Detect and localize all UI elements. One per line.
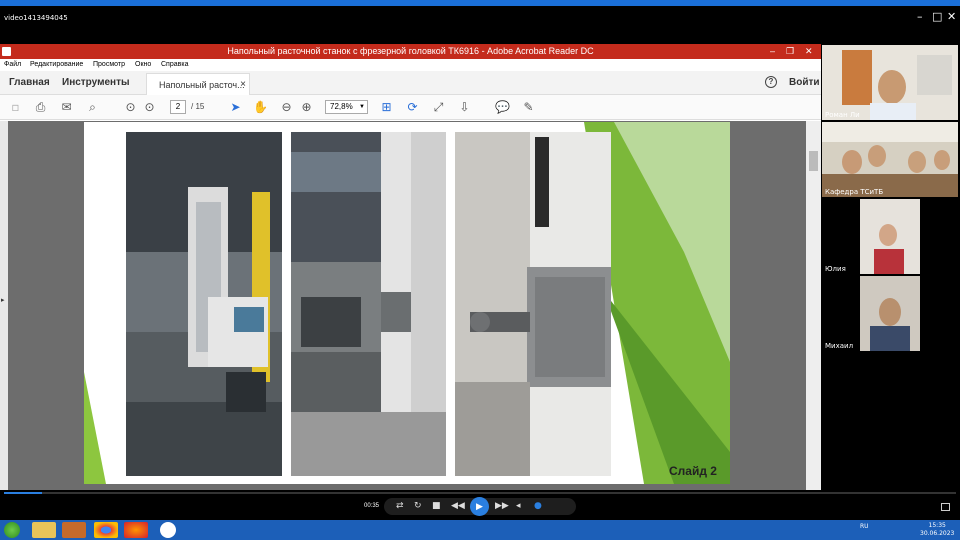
email-icon[interactable]: ✉ bbox=[59, 100, 74, 115]
seek-bar[interactable] bbox=[4, 492, 956, 494]
chrome-icon[interactable] bbox=[94, 522, 118, 538]
minimize-icon[interactable]: – bbox=[917, 10, 923, 23]
vertical-scrollbar[interactable] bbox=[806, 121, 821, 490]
rewind-icon[interactable]: ◀◀ bbox=[451, 501, 465, 511]
tab-document[interactable]: Напольный расточ... × bbox=[146, 73, 250, 95]
print-icon[interactable]: ⎙ bbox=[33, 100, 48, 115]
slide-photo-1 bbox=[126, 132, 282, 476]
repeat-icon[interactable]: ↻ bbox=[414, 501, 422, 511]
acrobat-logo-icon bbox=[2, 47, 11, 56]
hand-tool-icon[interactable]: ✋ bbox=[253, 100, 268, 115]
help-icon[interactable]: ? bbox=[765, 76, 777, 88]
tab-tools[interactable]: Инструменты bbox=[62, 77, 130, 88]
login-button[interactable]: Войти bbox=[789, 77, 820, 88]
shuffle-icon[interactable]: ⇄ bbox=[396, 501, 404, 511]
fullscreen-icon[interactable]: ⤢ bbox=[431, 100, 446, 115]
close-icon[interactable]: ✕ bbox=[947, 10, 956, 23]
stop-icon[interactable]: ■ bbox=[432, 501, 441, 511]
current-time: 00:35 bbox=[364, 503, 380, 509]
player-title-bar: video1413494045 – □ ✕ bbox=[0, 0, 960, 36]
slide-photo-2 bbox=[291, 132, 446, 476]
page-total: / 15 bbox=[191, 102, 205, 111]
volume-slider[interactable]: ● bbox=[534, 501, 542, 511]
participant-tile[interactable]: Михаил bbox=[822, 276, 958, 351]
comment-icon[interactable]: 💬 bbox=[495, 100, 510, 115]
expand-panel-icon: ▸ bbox=[1, 297, 5, 304]
clock-date: 30.06.2023 bbox=[920, 530, 955, 537]
control-bar: ⇄ ↻ ■ ◀◀ ▶ ▶▶ ◂ ● bbox=[384, 497, 576, 516]
chevron-down-icon: ▼ bbox=[359, 104, 365, 110]
participant-video bbox=[822, 122, 958, 197]
participant-video bbox=[822, 45, 958, 120]
acrobat-window-title: Напольный расточной станок с фрезерной г… bbox=[227, 46, 594, 56]
participant-name: Юлия bbox=[825, 265, 846, 273]
acrobat-close-icon[interactable]: ✕ bbox=[805, 44, 813, 59]
taskbar: RU 15:35 30.06.2023 bbox=[0, 520, 960, 540]
slide-number-label: Слайд 2 bbox=[669, 464, 717, 478]
sign-icon[interactable]: ✎ bbox=[521, 100, 536, 115]
participant-tile[interactable]: Кафедра ТСиТБ bbox=[822, 122, 958, 197]
acrobat-restore-icon[interactable]: ❐ bbox=[786, 44, 794, 59]
yandex-browser-icon[interactable] bbox=[160, 522, 176, 538]
participant-video bbox=[822, 199, 958, 274]
participant-name: Роман Ли bbox=[825, 111, 860, 119]
rotate-icon[interactable]: ⟳ bbox=[405, 100, 420, 115]
menu-bar: Файл Редактирование Просмотр Окно Справк… bbox=[0, 59, 821, 71]
fast-forward-icon[interactable]: ▶▶ bbox=[495, 501, 509, 511]
toolbar: ▫ ⎙ ✉ ⌕ ⊙ ⊙ 2 / 15 ➤ ✋ ⊖ ⊕ 72,8% ▼ ⊞ ⟳ ⤢… bbox=[0, 95, 821, 120]
pdf-page: Слайд 2 bbox=[84, 122, 730, 484]
participant-video bbox=[822, 276, 958, 351]
fit-page-icon[interactable]: ⊞ bbox=[379, 100, 394, 115]
page-number-input[interactable]: 2 bbox=[170, 100, 186, 114]
menu-view[interactable]: Просмотр bbox=[93, 61, 125, 68]
participant-name: Кафедра ТСиТБ bbox=[825, 188, 884, 196]
menu-edit[interactable]: Редактирование bbox=[30, 61, 83, 68]
next-page-icon[interactable]: ⊙ bbox=[142, 100, 157, 115]
select-tool-icon[interactable]: ➤ bbox=[228, 100, 243, 115]
acrobat-minimize-icon[interactable]: – bbox=[770, 44, 775, 59]
search-icon[interactable]: ⌕ bbox=[85, 100, 100, 115]
menu-file[interactable]: Файл bbox=[4, 61, 21, 68]
fullscreen-toggle-icon[interactable] bbox=[941, 503, 950, 511]
slide-photo-3 bbox=[455, 132, 611, 476]
zoom-in-icon[interactable]: ⊕ bbox=[299, 100, 314, 115]
participant-tile[interactable]: Роман Ли bbox=[822, 45, 958, 120]
acrobat-window: Напольный расточной станок с фрезерной г… bbox=[0, 44, 821, 490]
start-button[interactable] bbox=[4, 522, 20, 538]
left-panel-toggle[interactable]: ▸ bbox=[0, 121, 8, 490]
play-button[interactable]: ▶ bbox=[470, 497, 489, 516]
save-icon[interactable]: ▫ bbox=[8, 100, 23, 115]
tab-bar: Главная Инструменты Напольный расточ... … bbox=[0, 71, 821, 95]
participant-tile[interactable]: Юлия bbox=[822, 199, 958, 274]
tab-document-label: Напольный расточ... bbox=[159, 80, 245, 90]
prev-page-icon[interactable]: ⊙ bbox=[123, 100, 138, 115]
clock[interactable]: 15:35 30.06.2023 bbox=[920, 522, 954, 538]
tab-home[interactable]: Главная bbox=[9, 77, 50, 88]
explorer-icon[interactable] bbox=[32, 522, 56, 538]
tab-close-icon[interactable]: × bbox=[240, 79, 246, 90]
menu-window[interactable]: Окно bbox=[135, 61, 151, 68]
zoom-select[interactable]: 72,8% ▼ bbox=[325, 100, 368, 114]
language-indicator[interactable]: RU bbox=[860, 523, 869, 530]
acrobat-title-bar: Напольный расточной станок с фрезерной г… bbox=[0, 44, 821, 59]
firefox-icon[interactable] bbox=[124, 522, 148, 538]
menu-help[interactable]: Справка bbox=[161, 61, 188, 68]
seek-progress bbox=[4, 492, 43, 494]
volume-icon[interactable]: ◂ bbox=[516, 501, 521, 511]
zoom-value: 72,8% bbox=[330, 102, 353, 111]
player-window-title: video1413494045 bbox=[4, 14, 68, 22]
clock-time: 15:35 bbox=[928, 522, 946, 529]
participant-name: Михаил bbox=[825, 342, 854, 350]
scroll-mode-icon[interactable]: ⇩ bbox=[457, 100, 472, 115]
participants-panel: Роман Ли Кафедра ТСиТБ Юлия Михаил bbox=[821, 44, 960, 490]
scrollbar-thumb[interactable] bbox=[809, 151, 818, 171]
zoom-out-icon[interactable]: ⊖ bbox=[279, 100, 294, 115]
media-player-icon[interactable] bbox=[62, 522, 86, 538]
maximize-icon[interactable]: □ bbox=[932, 10, 942, 23]
